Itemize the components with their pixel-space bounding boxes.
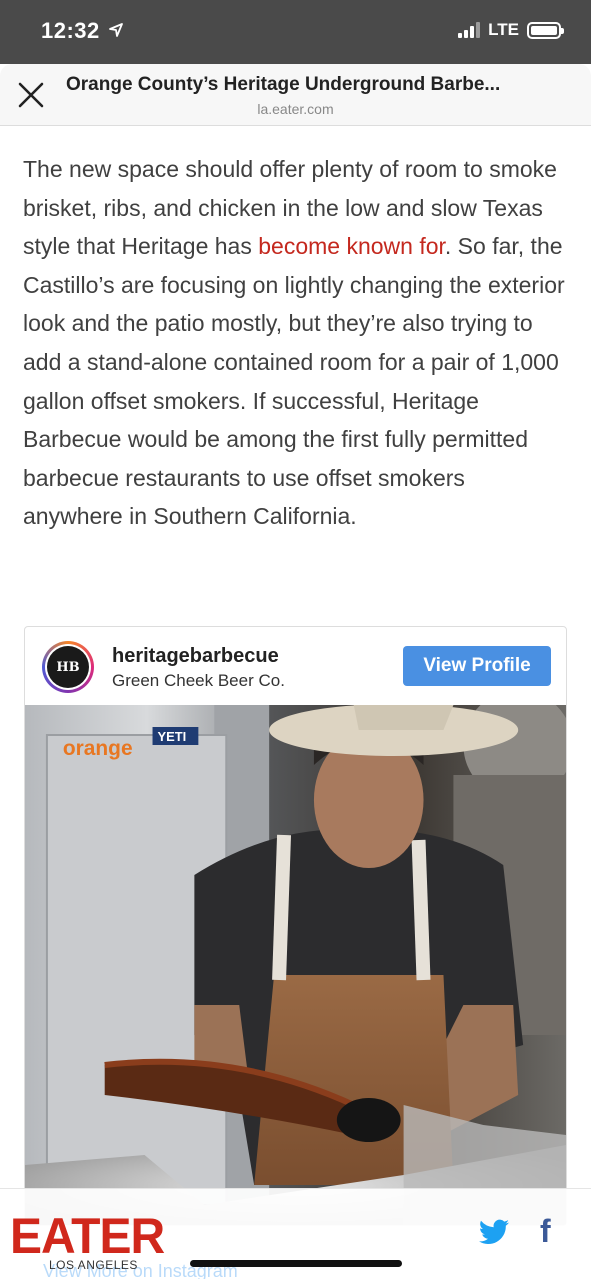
avatar[interactable]: HB bbox=[42, 641, 94, 693]
location-arrow-icon bbox=[109, 23, 124, 37]
eater-logo[interactable]: EATER bbox=[10, 1208, 165, 1266]
signal-bars-icon bbox=[458, 22, 481, 38]
eater-city: LOS ANGELES bbox=[49, 1258, 138, 1272]
twitter-icon[interactable] bbox=[478, 1219, 510, 1247]
avatar-monogram: HB bbox=[47, 646, 89, 688]
instagram-embed-header: HB heritagebarbecue Green Cheek Beer Co.… bbox=[25, 627, 566, 705]
article-paragraph: The new space should offer plenty of roo… bbox=[23, 150, 568, 536]
battery-icon bbox=[527, 21, 564, 39]
browser-header: Orange County’s Heritage Underground Bar… bbox=[0, 64, 591, 126]
network-type: LTE bbox=[488, 20, 519, 39]
status-bar: 12:32 LTE bbox=[0, 0, 591, 64]
article-text-end: . So far, the Castillo’s are focusing on… bbox=[23, 233, 565, 530]
instagram-location[interactable]: Green Cheek Beer Co. bbox=[112, 671, 285, 691]
home-indicator[interactable] bbox=[190, 1260, 402, 1267]
status-time: 12:32 bbox=[41, 18, 124, 44]
article-link[interactable]: become known for bbox=[258, 233, 445, 259]
photo-sign-orange: orange bbox=[63, 737, 133, 760]
instagram-embed: HB heritagebarbecue Green Cheek Beer Co.… bbox=[24, 626, 567, 1226]
status-indicators: LTE bbox=[458, 20, 564, 40]
instagram-username[interactable]: heritagebarbecue bbox=[112, 645, 279, 668]
instagram-photo[interactable]: orange YETI bbox=[25, 705, 566, 1226]
facebook-icon[interactable]: f bbox=[540, 1213, 551, 1250]
view-profile-button[interactable]: View Profile bbox=[403, 646, 551, 686]
page-title: Orange County’s Heritage Underground Bar… bbox=[66, 74, 501, 95]
clock-time: 12:32 bbox=[41, 18, 100, 43]
photo-sign-yeti: YETI bbox=[158, 729, 187, 744]
page-url: la.eater.com bbox=[257, 101, 334, 117]
